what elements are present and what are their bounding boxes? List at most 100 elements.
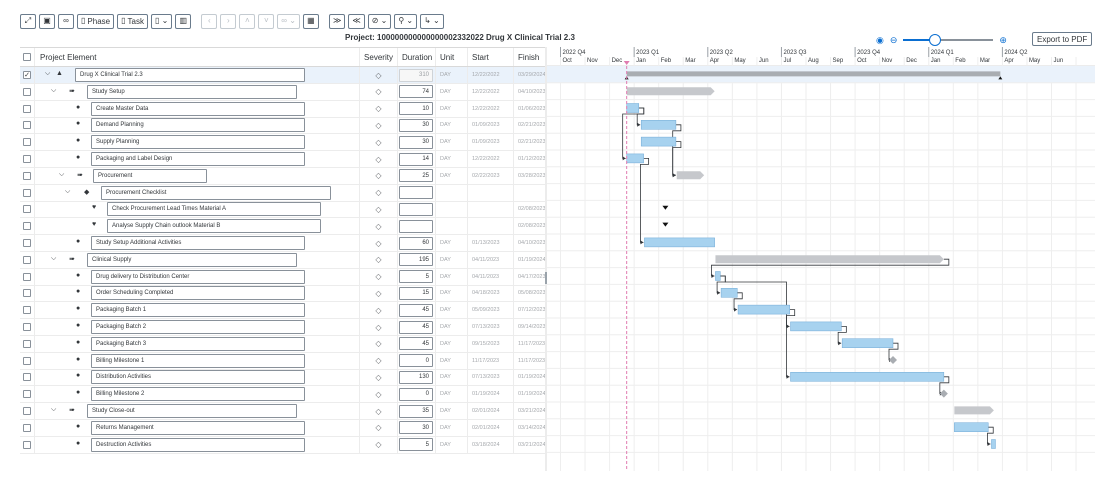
severity-icon[interactable]: ◇: [375, 440, 381, 449]
table-row[interactable]: ● Distribution Activities ◇ 130 DAY 07/13/202…: [20, 369, 546, 387]
duration-input[interactable]: [399, 219, 433, 233]
table-row[interactable]: ● Order Scheduling Completed ◇ 15 DAY 04/18/2…: [20, 285, 546, 303]
severity-icon[interactable]: ◇: [375, 138, 381, 147]
duration-input[interactable]: 0: [399, 354, 433, 368]
find-button[interactable]: ∞: [58, 13, 74, 29]
filter-menu-button[interactable]: ⚲ ⌄: [394, 13, 418, 29]
duration-input[interactable]: 74: [399, 85, 433, 99]
element-name-input[interactable]: Destruction Activities: [91, 437, 305, 452]
row-checkbox[interactable]: [23, 121, 31, 130]
view-settings-menu-button[interactable]: ⊘ ⌄: [367, 13, 392, 29]
table-row[interactable]: ● Packaging Batch 3 ◇ 45 DAY 09/15/2023 11/17/…: [20, 335, 545, 353]
row-checkbox[interactable]: [23, 440, 31, 449]
checkpoint-marker[interactable]: [662, 205, 669, 210]
row-checkbox[interactable]: [23, 356, 31, 365]
task-bar[interactable]: [841, 338, 894, 348]
element-name-input[interactable]: Distribution Activities: [91, 370, 305, 385]
row-checkbox[interactable]: [23, 239, 31, 247]
task-bar[interactable]: [954, 422, 989, 432]
row-checkbox[interactable]: [23, 222, 31, 231]
duration-input[interactable]: 15: [399, 286, 433, 300]
duration-input[interactable]: 195: [399, 253, 433, 267]
element-name-input[interactable]: Study Setup: [87, 84, 297, 99]
row-checkbox[interactable]: [23, 188, 31, 197]
move-down-button[interactable]: ˅: [258, 13, 275, 29]
duration-input[interactable]: 45: [399, 320, 433, 334]
table-row[interactable]: ● Packaging Batch 2 ◇ 45 DAY 07/13/2023 09/14/…: [20, 319, 546, 336]
share-menu-button[interactable]: ↳ ⌄: [420, 13, 444, 29]
element-name-input[interactable]: Billing Milestone 1: [91, 353, 305, 368]
dependency-link[interactable]: [672, 141, 682, 176]
collapse-all-button[interactable]: ≪: [348, 13, 365, 29]
severity-icon[interactable]: ◇: [375, 289, 381, 298]
delete-button[interactable]: ▥: [175, 13, 192, 29]
col-header-severity[interactable]: Severity: [360, 48, 398, 66]
table-row[interactable]: ● Destruction Activities ◇ 5 DAY 03/18/2024 03…: [20, 436, 546, 454]
row-checkbox[interactable]: [23, 138, 31, 147]
task-bar[interactable]: [790, 321, 842, 332]
element-name-input[interactable]: Drug X Clinical Trial 2.3: [75, 68, 305, 82]
zoom-in-icon[interactable]: ⊕: [999, 35, 1007, 46]
row-checkbox[interactable]: [23, 390, 31, 399]
select-all-checkbox[interactable]: [23, 53, 31, 61]
duration-input[interactable]: 35: [399, 404, 433, 418]
row-checkbox[interactable]: [23, 289, 31, 298]
element-name-input[interactable]: Drug delivery to Distribution Center: [91, 269, 305, 284]
task-bar[interactable]: [626, 153, 644, 164]
expand-all-button[interactable]: ≫: [328, 13, 346, 29]
table-row[interactable]: ● Demand Planning ◇ 30 DAY 01/09/2023 02/21/20…: [20, 117, 546, 135]
row-checkbox[interactable]: ✓: [23, 71, 31, 79]
row-checkbox[interactable]: [23, 339, 31, 348]
row-checkbox[interactable]: [23, 171, 31, 180]
duration-input[interactable]: 5: [399, 270, 433, 284]
eye-icon[interactable]: ◉: [876, 35, 884, 46]
severity-icon[interactable]: ◇: [375, 171, 381, 180]
calendar-button[interactable]: ▦: [302, 13, 319, 29]
severity-icon[interactable]: ◇: [375, 255, 381, 264]
expand-chevron-icon[interactable]: ⌵: [65, 188, 70, 196]
element-name-input[interactable]: Packaging and Label Design: [91, 152, 305, 166]
expand-chevron-icon[interactable]: ⌵: [45, 70, 50, 78]
severity-icon[interactable]: ◇: [375, 155, 381, 164]
phase-bar[interactable]: [954, 406, 994, 415]
row-checkbox[interactable]: [23, 323, 31, 331]
task-bar[interactable]: [715, 271, 721, 281]
element-name-input[interactable]: Study Close-out: [87, 404, 297, 418]
zoom-slider[interactable]: [903, 34, 994, 46]
task-bar[interactable]: [644, 237, 715, 248]
task-bar[interactable]: [991, 439, 996, 449]
duration-input[interactable]: 25: [399, 169, 433, 183]
severity-icon[interactable]: ◇: [375, 339, 381, 348]
checkpoint-marker[interactable]: [662, 222, 669, 227]
duration-input[interactable]: [399, 186, 433, 200]
severity-icon[interactable]: ◇: [375, 356, 381, 365]
element-name-input[interactable]: Procurement: [93, 168, 207, 183]
outdent-button[interactable]: ‹: [201, 13, 218, 29]
row-checkbox[interactable]: [23, 104, 31, 113]
duration-input[interactable]: 30: [399, 118, 433, 132]
element-name-input[interactable]: Returns Management: [91, 420, 305, 435]
link-menu-button[interactable]: ∞ ⌄: [277, 13, 300, 29]
duration-input[interactable]: 0: [399, 387, 433, 401]
expand-chevron-icon[interactable]: ⌵: [59, 171, 64, 179]
table-row[interactable]: ● Study Setup Additional Activities ◇ 60 DAY…: [20, 235, 546, 252]
element-name-input[interactable]: Packaging Batch 1: [91, 303, 305, 318]
severity-icon[interactable]: ◇: [375, 188, 381, 197]
expand-chevron-icon[interactable]: ⌵: [51, 87, 56, 95]
severity-icon[interactable]: ◇: [375, 121, 381, 130]
col-header-unit[interactable]: Unit: [436, 48, 468, 66]
duration-input[interactable]: 45: [399, 303, 433, 317]
table-row[interactable]: ● Packaging and Label Design ◇ 14 DAY 12/22/2…: [20, 151, 546, 168]
severity-icon[interactable]: ◇: [375, 272, 381, 281]
table-row[interactable]: ⌵ ➠ Study Close-out ◇ 35 DAY 02/01/2024 03/21/2…: [20, 403, 546, 420]
element-name-input[interactable]: Packaging Batch 3: [91, 336, 305, 351]
table-row[interactable]: ● Billing Milestone 2 ◇ 0 DAY 01/19/2024 01/19…: [20, 386, 546, 404]
task-bar[interactable]: [640, 120, 677, 130]
phase-bar[interactable]: [676, 171, 705, 180]
expand-chevron-icon[interactable]: ⌵: [51, 406, 56, 414]
phase-bar[interactable]: [626, 87, 715, 96]
element-name-input[interactable]: Procurement Checklist: [101, 185, 331, 200]
export-pdf-button[interactable]: Export to PDF: [1032, 32, 1093, 46]
severity-icon[interactable]: ◇: [375, 205, 381, 214]
duration-input[interactable]: 45: [399, 337, 433, 351]
